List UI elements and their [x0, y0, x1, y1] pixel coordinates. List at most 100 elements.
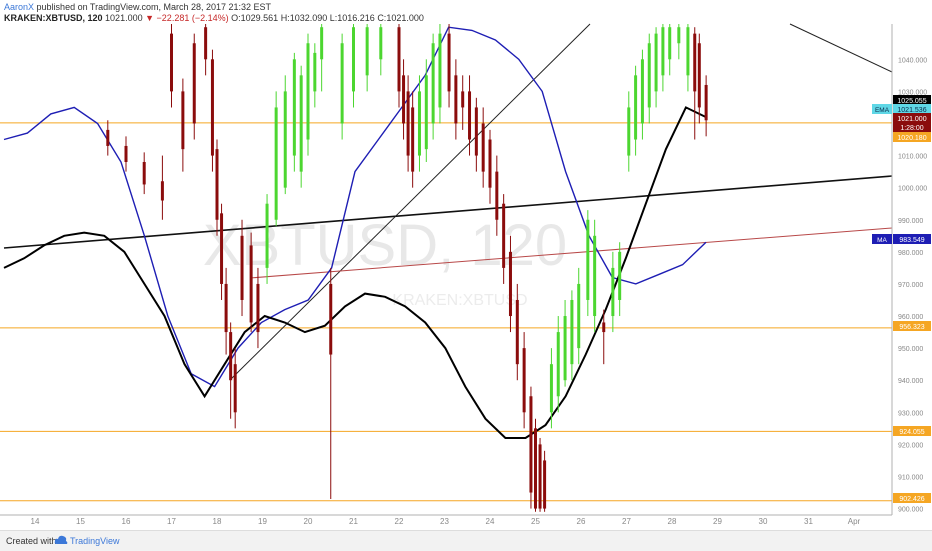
tradingview-link[interactable]: TradingView	[70, 536, 120, 546]
time-tick-label: 14	[31, 517, 40, 526]
price-badge-text: 983.549	[899, 237, 924, 244]
exchange-watermark: KRAKEN:XBTUSD	[392, 292, 527, 309]
price-tick-label: 930.000	[898, 410, 923, 417]
candle-body	[106, 129, 110, 146]
candle-body	[406, 91, 410, 156]
candle-body	[299, 75, 303, 172]
price-tick-label: 970.000	[898, 282, 923, 289]
candle-body	[563, 316, 567, 381]
trend-line[interactable]	[789, 23, 893, 73]
candle-body	[634, 75, 638, 140]
candle-body	[586, 219, 590, 300]
price-tick-label: 980.000	[898, 250, 923, 257]
price-badge-text: 1020.180	[897, 135, 926, 142]
candle-body	[454, 75, 458, 124]
price-tick-label: 900.000	[898, 507, 923, 514]
candle-body	[522, 348, 526, 413]
tradingview-cloud-icon	[54, 535, 68, 544]
candle-body	[447, 33, 451, 92]
candle-body	[647, 43, 651, 108]
time-tick-label: 25	[531, 517, 540, 526]
candle-body	[431, 43, 435, 124]
candle-body	[181, 91, 185, 150]
candle-body	[529, 396, 533, 493]
candle-body	[160, 181, 164, 201]
candle-body	[124, 145, 128, 162]
candle-body	[170, 33, 173, 92]
price-badge-text: 1021.000	[897, 116, 926, 123]
time-tick-label: 17	[167, 517, 176, 526]
candle-body	[488, 139, 492, 188]
price-tick-label: 1000.000	[898, 186, 927, 193]
candle-body	[240, 235, 244, 300]
candle-body	[411, 107, 415, 172]
candle-body	[233, 364, 237, 413]
candle-body	[618, 251, 622, 300]
candle-body	[602, 322, 606, 333]
time-tick-label: 22	[395, 517, 404, 526]
candle-body	[693, 33, 697, 92]
candle-body	[543, 460, 547, 509]
candle-body	[549, 364, 553, 413]
trend-line[interactable]	[229, 23, 591, 381]
candle-body	[661, 27, 665, 76]
price-badge-text: 1025.055	[897, 98, 926, 105]
candle-body	[256, 283, 260, 333]
price-tick-label: 990.000	[898, 218, 923, 225]
price-tick-label: 910.000	[898, 474, 923, 481]
price-badge-text: 956.323	[899, 324, 924, 331]
candle-body	[340, 43, 344, 124]
candle-body	[292, 59, 296, 156]
candle-body	[274, 107, 278, 220]
candle-body	[704, 84, 708, 121]
candle-body	[611, 267, 615, 317]
candle-body	[365, 27, 369, 76]
candle-body	[329, 283, 333, 355]
price-tick-label: 940.000	[898, 378, 923, 385]
candle-body	[352, 27, 355, 92]
candle-body	[306, 43, 310, 140]
indicator-label-text: EMA	[875, 107, 890, 114]
candle-body	[417, 91, 421, 156]
candle-body	[397, 27, 401, 92]
time-tick-label: 19	[258, 517, 267, 526]
candle-body	[481, 123, 485, 172]
candle-body	[215, 149, 219, 220]
candle-body	[229, 332, 233, 381]
candle-body	[313, 52, 317, 92]
price-tick-label: 1010.000	[898, 154, 927, 161]
time-tick-label: 30	[759, 517, 768, 526]
price-badge-text: 924.055	[899, 429, 924, 436]
time-tick-label: 26	[577, 517, 586, 526]
candle-body	[210, 59, 214, 156]
time-tick-label: 16	[122, 517, 131, 526]
candle-body	[654, 33, 658, 92]
candle-body	[283, 91, 287, 188]
price-tick-label: 960.000	[898, 314, 923, 321]
candle-body	[192, 43, 196, 124]
candle-body	[495, 171, 499, 220]
price-tick-label: 1040.000	[898, 57, 927, 64]
price-badge-text: 1021.536	[897, 107, 926, 114]
candle-body	[220, 213, 224, 284]
price-tick-label: 920.000	[898, 442, 923, 449]
candle-body	[515, 299, 519, 365]
candle-body	[468, 91, 472, 140]
candle-body	[534, 428, 537, 509]
time-tick-label: 20	[304, 517, 313, 526]
time-tick-label: 23	[440, 517, 449, 526]
candle-body	[668, 27, 672, 60]
time-tick-label: 27	[622, 517, 631, 526]
footer: Created with TradingView	[0, 530, 932, 551]
time-tick-label: Apr	[848, 517, 861, 526]
candle-body	[577, 283, 581, 349]
candle-body	[697, 43, 701, 108]
candle-body	[556, 332, 560, 397]
candle-body	[320, 27, 324, 60]
candle-body	[677, 27, 681, 44]
time-tick-label: 18	[213, 517, 222, 526]
price-badge-text: 1:28:00	[900, 125, 923, 132]
candle-body	[474, 107, 478, 156]
price-chart[interactable]: XBTUSD, 120 KRAKEN:XBTUSD 900.000910.000…	[0, 0, 932, 530]
candle-body	[438, 33, 442, 108]
